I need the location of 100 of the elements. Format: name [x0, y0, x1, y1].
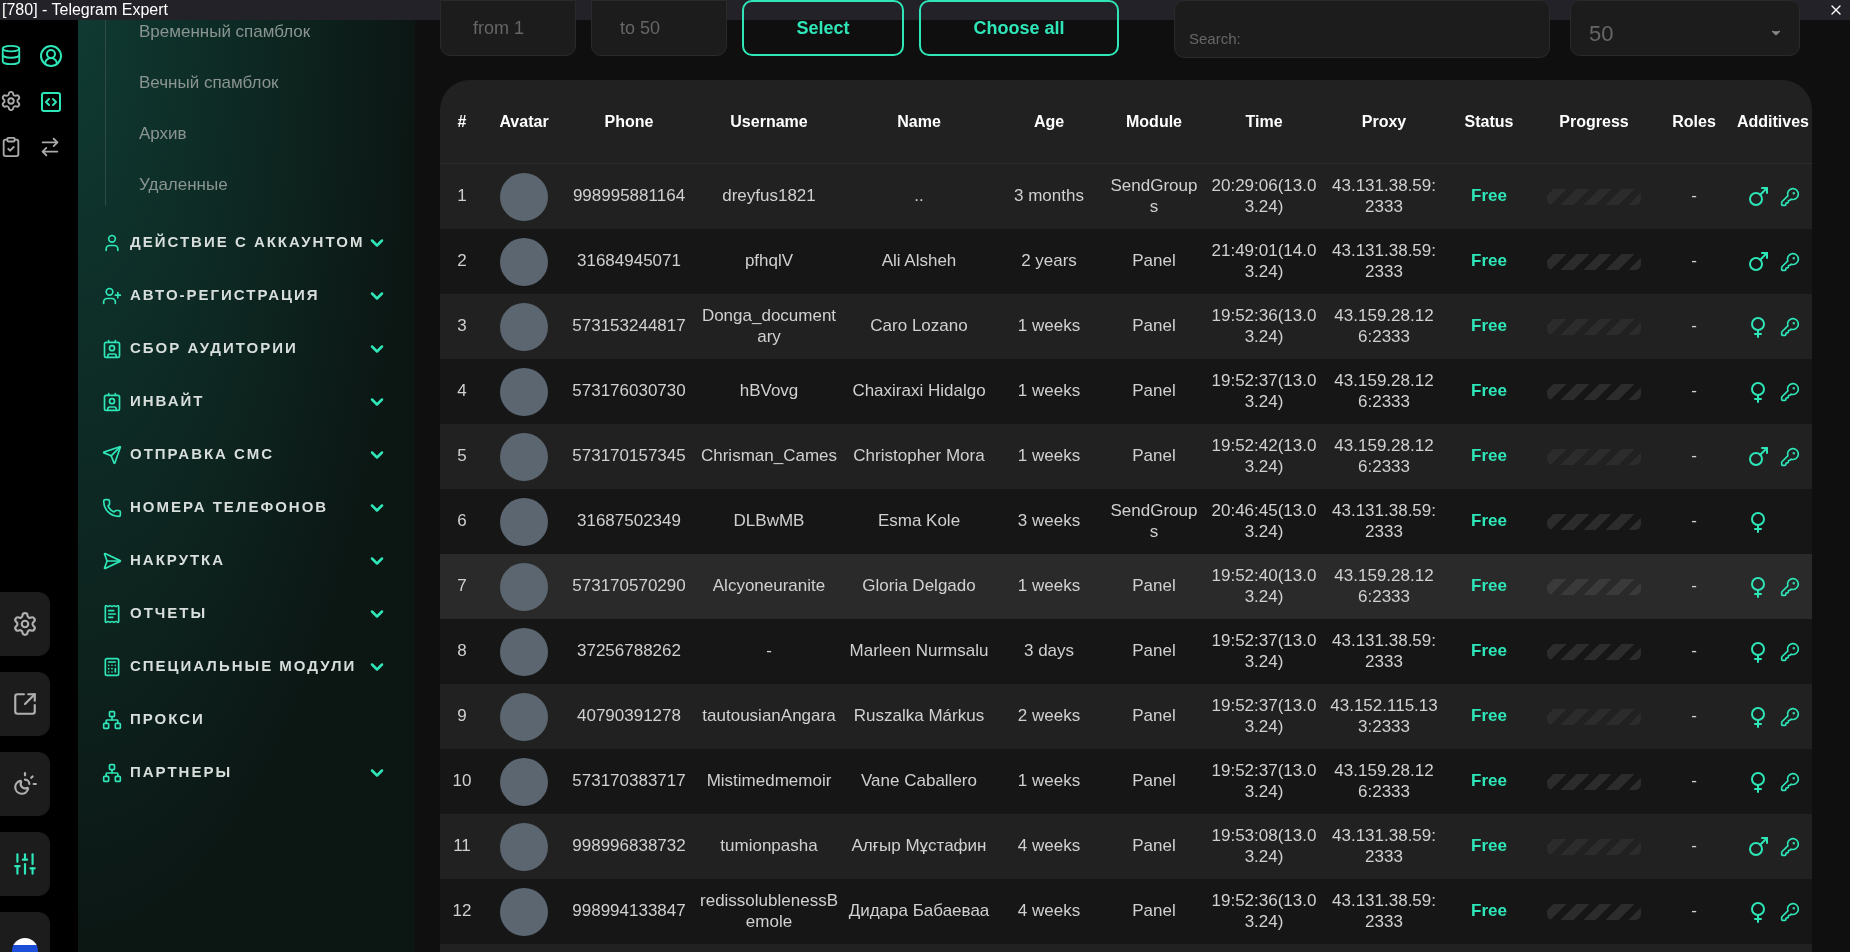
age-cell-text: 1 weeks [1016, 316, 1082, 337]
submenu-item[interactable]: Удаленные [139, 173, 415, 196]
proxy-cell-text: 43.131.38.59:2333 [1331, 501, 1437, 542]
avatar-placeholder [500, 887, 548, 936]
rail-button[interactable] [0, 752, 50, 816]
age-cell-text: 3 weeks [1016, 511, 1082, 532]
roles-cell-text: - [1690, 511, 1698, 532]
name-cell-text: Caro Lozano [869, 316, 969, 337]
status-cell-text: Free [1470, 511, 1508, 532]
row-number: 8 [456, 641, 468, 662]
database-icon[interactable] [0, 44, 22, 66]
module-cell-text: Panel [1131, 771, 1177, 792]
menu-section[interactable]: ОТЧЕТЫ [102, 601, 387, 626]
table-row[interactable]: 4 573176030730 hBVovg Chaxiraxi Hidalgo 1 weeks Panel 19:52:37(13.03.24) 43.159.28.126:2333 Free - [440, 359, 1812, 424]
row-number: 2 [456, 251, 468, 272]
module-cell-text: SendGroups [1109, 176, 1199, 217]
proxy-cell-text: 43.131.38.59:2333 [1331, 176, 1437, 217]
phone-cell-text: 998996838732 [571, 836, 687, 857]
menu-section[interactable]: АВТО-РЕГИСТРАЦИЯ [102, 283, 387, 308]
column-header: Proxy [1360, 111, 1408, 132]
column-header: Username [729, 111, 809, 132]
proxy-cell-text: 43.131.38.59:2333 [1331, 241, 1437, 282]
choose-all-button[interactable]: Choose all [919, 0, 1119, 56]
column-header: # [456, 111, 468, 132]
status-cell-text: Free [1470, 381, 1508, 402]
submenu-item[interactable]: Временный спамблок [139, 20, 415, 43]
menu-section[interactable]: НАКРУТКА [102, 548, 387, 573]
rail-button[interactable] [0, 592, 50, 656]
select-button[interactable]: Select [742, 0, 904, 56]
table-row[interactable]: 6 31687502349 DLBwMB Esma Kole 3 weeks SendGroups 20:46:45(13.03.24) 43.131.38.59:2333 Free - [440, 489, 1812, 554]
age-cell-text: 1 weeks [1016, 576, 1082, 597]
time-cell-text: 20:46:45(13.03.24) [1210, 501, 1318, 542]
module-cell-text: Panel [1131, 316, 1177, 337]
age-cell-text: 3 months [1013, 186, 1085, 207]
roles-cell-text: - [1690, 771, 1698, 792]
table-row[interactable]: 8 37256788262 - Marleen Nurmsalu 3 days Panel 19:52:37(13.03.24) 43.131.38.59:2333 Free - [440, 619, 1812, 684]
username-cell-text: dreyfus1821 [721, 186, 817, 207]
column-header: Status [1463, 111, 1515, 132]
network-icon [102, 709, 122, 730]
menu-section[interactable]: НОМЕРА ТЕЛЕФОНОВ [102, 495, 387, 520]
user-plus-icon [102, 285, 122, 306]
paper-plane-plus-icon [102, 550, 122, 571]
rail-button[interactable] [0, 672, 50, 736]
menu-section[interactable]: СБОР АУДИТОРИИ [102, 336, 387, 361]
table-row[interactable]: 10 573170383717 Mistimedmemoir Vane Caballero 1 weeks Panel 19:52:37(13.03.24) 43.159.28.126:2333 Free - [440, 749, 1812, 814]
menu-section[interactable]: ОТПРАВКА СМС [102, 442, 387, 467]
avatar-placeholder [500, 432, 548, 481]
time-cell-text: 21:49:01(14.03.24) [1210, 241, 1318, 282]
status-cell-text: Free [1470, 316, 1508, 337]
search-field[interactable]: Search: [1174, 0, 1550, 58]
section-label: ОТПРАВКА СМС [130, 444, 275, 465]
gear-icon[interactable] [0, 90, 22, 112]
table-row[interactable]: 7 573170570290 Alcyoneuranite Gloria Delgado 1 weeks Panel 19:52:40(13.03.24) 43.159.28.126:2333 Free - [440, 554, 1812, 619]
proxy-cell-text: 43.152.115.133:2333 [1329, 696, 1439, 737]
rail-button[interactable] [0, 832, 50, 896]
user-list-icon [102, 338, 122, 359]
module-cell-text: Panel [1131, 641, 1177, 662]
section-label: НОМЕРА ТЕЛЕФОНОВ [130, 497, 329, 518]
username-cell-text: Mistimedmemoir [705, 771, 833, 792]
row-number: 3 [456, 316, 468, 337]
sliders-icon [12, 851, 38, 877]
module-cell-text: Panel [1131, 381, 1177, 402]
time-cell-text: 19:52:36(13.03.24) [1210, 891, 1318, 932]
name-cell-text: Marleen Nurmsalu [848, 641, 990, 662]
rail-button[interactable] [0, 912, 50, 952]
name-cell-text: Ruszalka Márkus [852, 706, 986, 727]
swap-icon[interactable] [39, 136, 61, 158]
column-header: Avatar [498, 111, 550, 132]
flag-icon [12, 938, 38, 952]
submenu-item[interactable]: Вечный спамблок [139, 71, 415, 94]
table-row[interactable]: 2 31684945071 pfhqlV Ali Alsheh 2 years Panel 21:49:01(14.03.24) 43.131.38.59:2333 Free - [440, 229, 1812, 294]
menu-section[interactable]: СПЕЦИАЛЬНЫЕ МОДУЛИ [102, 654, 387, 679]
user-circle-icon[interactable] [39, 44, 63, 68]
module-cell-text: Panel [1131, 706, 1177, 727]
submenu-item[interactable]: Архив [139, 122, 415, 145]
menu-section[interactable]: ИНВАЙТ [102, 389, 387, 414]
age-cell-text: 4 weeks [1016, 836, 1082, 857]
code-icon[interactable] [39, 90, 63, 114]
name-cell-text: Vane Caballero [860, 771, 978, 792]
age-cell-text: 1 weeks [1016, 446, 1082, 467]
status-cell-text: Free [1470, 901, 1508, 922]
age-cell-text: 2 years [1020, 251, 1078, 272]
row-number: 6 [456, 511, 468, 532]
time-cell-text: 19:52:40(13.03.24) [1210, 566, 1318, 607]
row-number: 11 [452, 836, 472, 857]
proxy-cell-text: 43.131.38.59:2333 [1331, 631, 1437, 672]
avatar-placeholder [500, 497, 548, 546]
settings-icon [12, 611, 38, 637]
menu-section[interactable]: ПАРТНЕРЫ [102, 760, 387, 785]
age-cell-text: 1 weeks [1016, 771, 1082, 792]
username-cell-text: Alcyoneuranite [711, 576, 827, 597]
phone-cell-text: 573170570290 [571, 576, 687, 597]
status-cell-text: Free [1470, 251, 1508, 272]
time-cell-text: 19:52:42(13.03.24) [1210, 436, 1318, 477]
menu-section[interactable]: ПРОКСИ [102, 707, 387, 732]
clipboard-check-icon[interactable] [0, 136, 22, 158]
column-header: Age [1032, 111, 1066, 132]
phone-cell-text: 573176030730 [571, 381, 687, 402]
menu-section[interactable]: ДЕЙСТВИЕ С АККАУНТОМ [102, 230, 387, 255]
avatar-placeholder [500, 172, 548, 221]
